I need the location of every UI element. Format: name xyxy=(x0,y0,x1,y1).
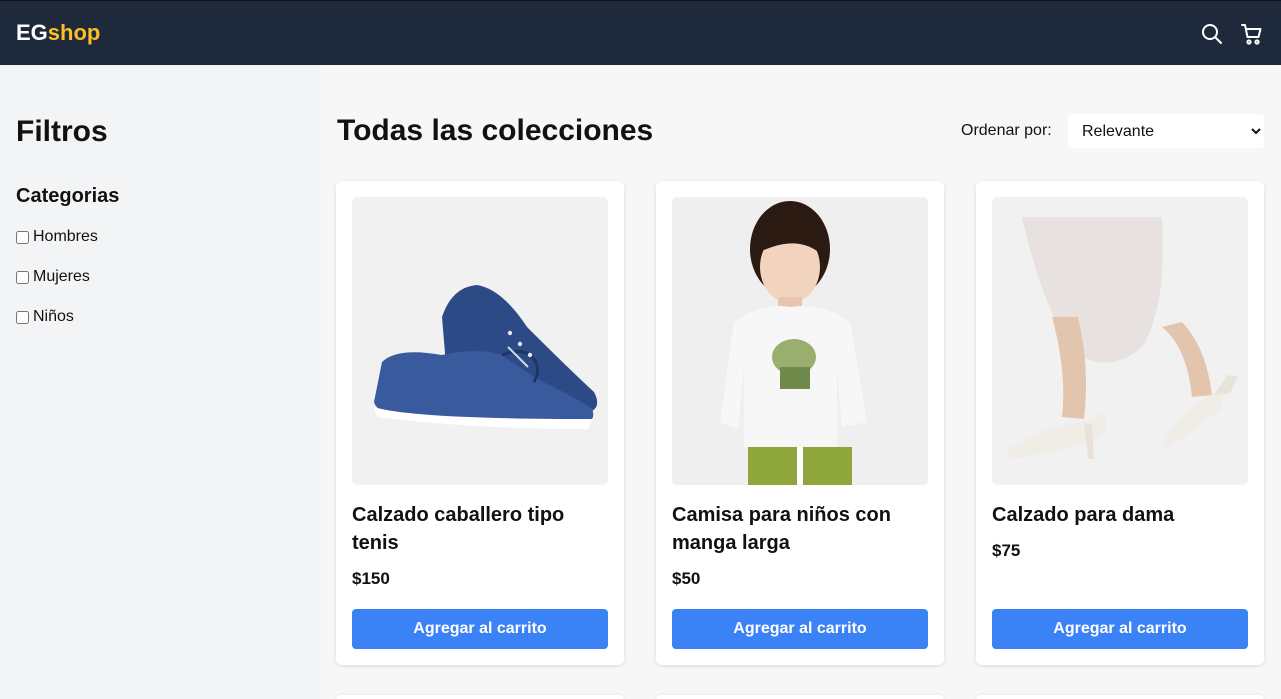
product-price: $50 xyxy=(672,569,701,588)
top-navbar: EGshop xyxy=(0,0,1281,65)
categories-title: Categorias xyxy=(16,185,120,207)
product-name[interactable]: Camisa para niños con manga larga xyxy=(672,501,928,557)
filter-label-hombres: Hombres xyxy=(33,228,98,245)
checkbox-ninos[interactable] xyxy=(16,310,29,324)
product-price: $75 xyxy=(992,541,1021,560)
add-to-cart-button[interactable]: Agregar al carrito xyxy=(672,609,928,649)
search-icon[interactable] xyxy=(1200,22,1224,46)
add-to-cart-button[interactable]: Agregar al carrito xyxy=(352,609,608,649)
product-card: Calzado para dama $75 Agregar al carrito xyxy=(976,181,1264,665)
filters-title: Filtros xyxy=(16,115,108,148)
product-card-partial xyxy=(976,695,1264,699)
filter-hombres[interactable]: Hombres xyxy=(16,228,98,246)
add-to-cart-button[interactable]: Agregar al carrito xyxy=(992,609,1248,649)
brand-logo[interactable]: EGshop xyxy=(16,20,100,46)
filter-label-mujeres: Mujeres xyxy=(33,268,90,285)
sort-select[interactable]: Relevante xyxy=(1068,114,1264,148)
filters-sidebar: Filtros Categorias Hombres Mujeres Niños xyxy=(0,65,320,699)
product-card-partial xyxy=(336,695,624,699)
product-card-partial xyxy=(656,695,944,699)
product-card: Camisa para niños con manga larga $50 Ag… xyxy=(656,181,944,665)
product-image-blue-sneakers[interactable] xyxy=(352,197,608,485)
logo-shop: shop xyxy=(47,20,101,45)
page-title: Todas las colecciones xyxy=(337,114,654,147)
filter-label-ninos: Niños xyxy=(33,308,74,325)
product-image-boy-long-sleeve-shirt[interactable] xyxy=(672,197,928,485)
filter-ninos[interactable]: Niños xyxy=(16,308,74,326)
product-name[interactable]: Calzado caballero tipo tenis xyxy=(352,501,608,557)
checkbox-hombres[interactable] xyxy=(16,230,29,244)
cart-icon[interactable] xyxy=(1240,22,1264,46)
product-image-white-heels[interactable] xyxy=(992,197,1248,485)
sort-label: Ordenar por: xyxy=(961,122,1052,139)
product-card: Calzado caballero tipo tenis $150 Agrega… xyxy=(336,181,624,665)
product-name[interactable]: Calzado para dama xyxy=(992,501,1248,529)
product-price: $150 xyxy=(352,569,390,588)
checkbox-mujeres[interactable] xyxy=(16,270,29,284)
logo-eg: EG xyxy=(16,20,48,45)
filter-mujeres[interactable]: Mujeres xyxy=(16,268,90,286)
